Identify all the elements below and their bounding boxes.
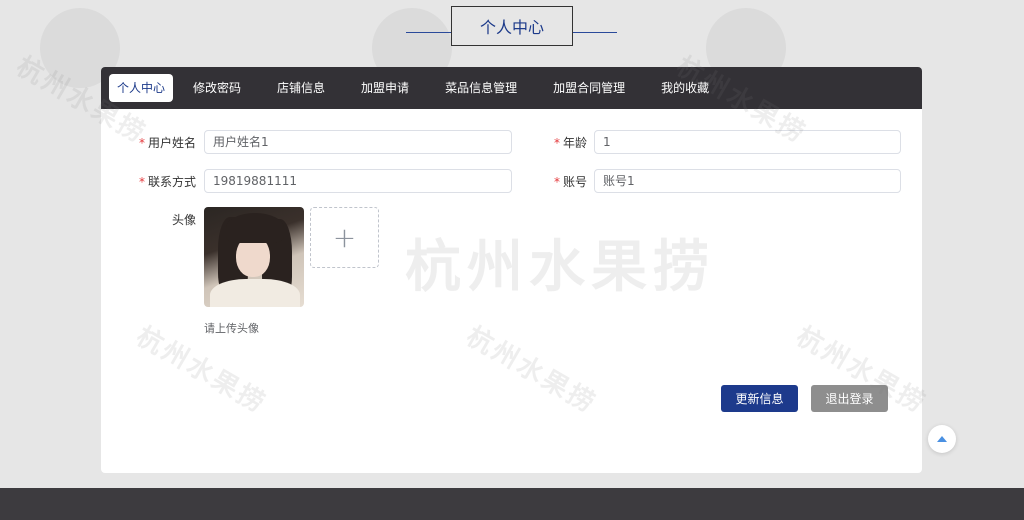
phone-label: * 联系方式 xyxy=(116,173,196,190)
tab-change-password[interactable]: 修改密码 xyxy=(185,74,249,102)
required-mark: * xyxy=(553,175,560,189)
avatar-hair-top xyxy=(226,213,284,243)
page-title-area: 个人中心 xyxy=(0,6,1024,46)
update-info-button[interactable]: 更新信息 xyxy=(721,385,798,412)
tab-favorites[interactable]: 我的收藏 xyxy=(653,74,717,102)
age-label: * 年龄 xyxy=(507,134,587,151)
age-input[interactable]: 1 xyxy=(594,130,901,154)
logout-button[interactable]: 退出登录 xyxy=(811,385,888,412)
upload-tip: 请上传头像 xyxy=(204,322,259,335)
tab-dish-management[interactable]: 菜品信息管理 xyxy=(437,74,525,102)
account-label-text: 账号 xyxy=(562,175,587,189)
avatar-image[interactable] xyxy=(204,207,304,307)
tab-personal-center[interactable]: 个人中心 xyxy=(109,74,174,102)
tab-bar: 个人中心 修改密码 店铺信息 加盟申请 菜品信息管理 加盟合同管理 我的收藏 xyxy=(101,67,922,109)
username-input[interactable]: 用户姓名1 xyxy=(204,130,512,154)
back-to-top-button[interactable] xyxy=(928,425,956,453)
username-label-text: 用户姓名 xyxy=(147,136,196,150)
phone-label-text: 联系方式 xyxy=(147,175,196,189)
title-divider-left xyxy=(406,32,451,33)
age-label-text: 年龄 xyxy=(562,136,587,150)
avatar-sweater xyxy=(210,279,300,307)
arrow-up-icon xyxy=(937,436,947,442)
account-label: * 账号 xyxy=(507,173,587,190)
required-mark: * xyxy=(138,175,145,189)
page-title: 个人中心 xyxy=(451,6,573,46)
title-divider-right xyxy=(572,32,617,33)
phone-input[interactable]: 19819881111 xyxy=(204,169,512,193)
page-footer xyxy=(0,488,1024,520)
plus-icon: + xyxy=(332,221,357,254)
tab-contract-management[interactable]: 加盟合同管理 xyxy=(545,74,633,102)
username-label: * 用户姓名 xyxy=(116,134,196,151)
required-mark: * xyxy=(138,136,145,150)
avatar-upload-button[interactable]: + xyxy=(310,207,379,268)
avatar-label: 头像 xyxy=(171,213,196,227)
account-input[interactable]: 账号1 xyxy=(594,169,901,193)
tab-franchise-apply[interactable]: 加盟申请 xyxy=(353,74,417,102)
required-mark: * xyxy=(553,136,560,150)
tab-shop-info[interactable]: 店铺信息 xyxy=(269,74,333,102)
profile-card: 个人中心 修改密码 店铺信息 加盟申请 菜品信息管理 加盟合同管理 我的收藏 *… xyxy=(101,67,922,473)
